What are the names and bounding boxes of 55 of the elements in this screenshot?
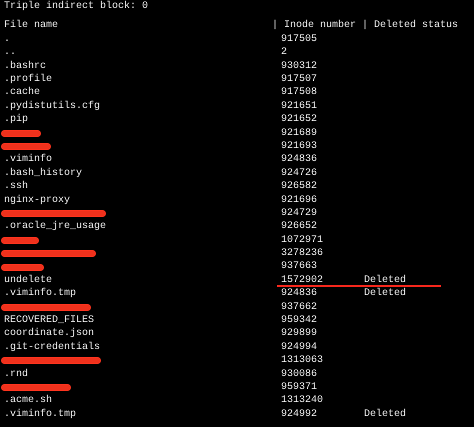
file-name: .oracle_jre_usage	[4, 220, 106, 234]
inode-number: 2	[281, 47, 288, 58]
inode-number: 930086	[281, 368, 318, 380]
file-name: .acme.sh	[4, 394, 52, 408]
deleted-status: Deleted	[364, 274, 406, 288]
inode-number: 924729	[281, 208, 318, 219]
inode-number: 921689	[281, 128, 318, 139]
inode-number: 937663	[281, 261, 318, 272]
file-name: .bashrc	[4, 60, 46, 73]
inode-number: 1313063	[281, 355, 324, 366]
inode-number: 921652	[281, 114, 318, 126]
inode-number: 917505	[281, 34, 318, 45]
file-name: coordinate.json	[4, 327, 94, 341]
file-name: .ssh	[4, 180, 28, 194]
inode-number: 959371	[281, 382, 318, 393]
inode-number: 917507	[281, 74, 318, 85]
file-name: RECOVERED_FILES	[4, 314, 94, 328]
inode-number: 930312	[281, 60, 318, 72]
file-name: .rnd	[4, 368, 28, 381]
terminal-line: Triple indirect block: 0	[4, 0, 150, 14]
file-name: .profile	[4, 72, 52, 86]
inode-number: 937662	[281, 302, 318, 313]
inode-number: 926652	[281, 221, 318, 232]
inode-number: 917508	[281, 87, 318, 98]
file-name: .viminfo	[4, 153, 52, 167]
file-name: .viminfo.tmp	[4, 408, 76, 422]
deleted-status: Deleted	[364, 287, 406, 301]
file-name: ..	[4, 46, 16, 60]
column-header: | Inode number | Deleted status	[272, 19, 458, 33]
inode-number: 1572902	[281, 274, 324, 286]
file-name: undelete	[4, 274, 52, 288]
inode-number: 926582	[281, 181, 318, 192]
file-name: .cache	[4, 86, 40, 100]
deleted-status: Deleted	[364, 408, 406, 422]
inode-number: 929899	[281, 328, 318, 340]
file-name: .	[4, 32, 10, 46]
file-name: .git-credentials	[4, 340, 100, 354]
inode-number: 924992	[281, 408, 318, 420]
file-name: nginx-proxy	[4, 194, 70, 207]
inode-number: 921696	[281, 194, 318, 206]
file-name: .pydistutils.cfg	[4, 100, 100, 114]
inode-number: 921651	[281, 100, 318, 112]
inode-number: 1313240	[281, 395, 324, 406]
file-name: .bash_history	[4, 166, 82, 180]
inode-number: 959342	[281, 315, 318, 326]
inode-number: 924836	[281, 154, 318, 166]
inode-number: 924836	[281, 288, 318, 300]
column-header: File name	[4, 19, 60, 33]
inode-number: 921693	[281, 140, 318, 152]
inode-number: 924994	[281, 342, 318, 353]
file-name: .viminfo.tmp	[4, 287, 76, 301]
inode-number: 3278236	[281, 248, 324, 260]
file-name: .pip	[4, 113, 28, 127]
inode-number: 1072971	[281, 234, 324, 246]
inode-number: 924726	[281, 168, 318, 179]
